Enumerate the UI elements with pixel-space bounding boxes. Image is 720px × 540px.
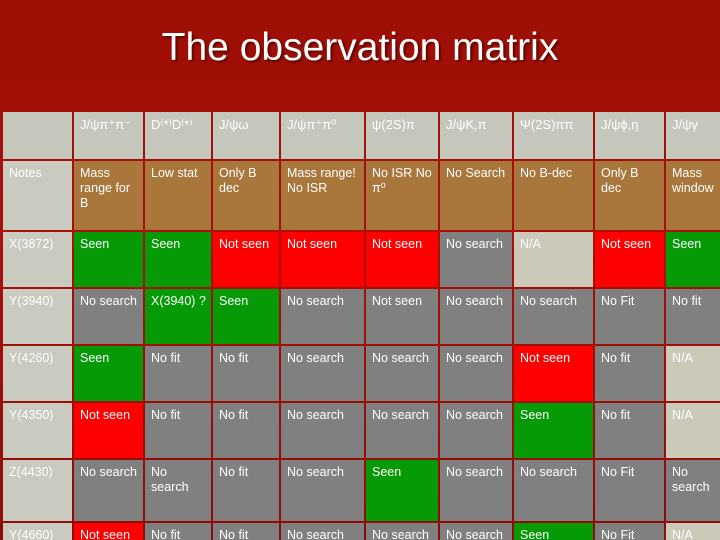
matrix-cell: No search — [514, 460, 593, 521]
matrix-cell: Mass window — [666, 161, 720, 230]
matrix-cell: Not seen — [595, 232, 664, 287]
page-title: The observation matrix — [161, 26, 559, 69]
row-label-6: Z(4430) — [3, 460, 72, 521]
matrix-cell: Seen — [514, 523, 593, 540]
matrix-cell: No search — [281, 523, 364, 540]
column-header-6: J/ψK,π — [440, 112, 512, 159]
table-row: Y(4350) Not seen No fit No fit No search No s… — [3, 403, 720, 458]
matrix-cell: Seen — [514, 403, 593, 458]
table-row: Y(4260) Seen No fit No fit No search No searc… — [3, 346, 720, 401]
row-label-4: Y(4260) — [3, 346, 72, 401]
row-label-3: Y(3940) — [3, 289, 72, 344]
table-row: Z(4430) No search No search No fit No search… — [3, 460, 720, 521]
matrix-cell: No fit — [666, 289, 720, 344]
matrix-cell: No search — [74, 460, 143, 521]
matrix-cell: Not seen — [74, 403, 143, 458]
column-header-2: D⁽*⁾D⁽*⁾ — [145, 112, 211, 159]
row-label-7: Y(4660) — [3, 523, 72, 540]
matrix-cell: Not seen — [366, 289, 438, 344]
row-label-1: Notes — [3, 161, 72, 230]
row-label-2: X(3872) — [3, 232, 72, 287]
matrix-cell: No search — [666, 460, 720, 521]
table-row: X(3872) Seen Seen Not seen Not seen Not seen N… — [3, 232, 720, 287]
matrix-header-row: J/ψπ⁺π⁻ D⁽*⁾D⁽*⁾ J/ψω J/ψπ⁺π⁰ ψ(2S)π J/ψK,π Ψ(… — [3, 112, 720, 159]
matrix-cell: No fit — [595, 346, 664, 401]
column-header-3: J/ψω — [213, 112, 279, 159]
table-row: Y(4660) Not seen No fit No fit No search No s… — [3, 523, 720, 540]
matrix-cell: N/A — [666, 403, 720, 458]
matrix-cell: No B-dec — [514, 161, 593, 230]
observation-matrix: J/ψπ⁺π⁻ D⁽*⁾D⁽*⁾ J/ψω J/ψπ⁺π⁰ ψ(2S)π J/ψK,π Ψ(… — [0, 110, 720, 540]
matrix-cell: Not seen — [74, 523, 143, 540]
matrix-cell: No search — [366, 403, 438, 458]
matrix-cell: Seen — [74, 346, 143, 401]
matrix-cell: No ISR No π⁰ — [366, 161, 438, 230]
slide: The observation matrix J/ψπ⁺π⁻ D⁽*⁾D⁽*⁾ J/… — [0, 0, 720, 540]
matrix-cell: No fit — [145, 403, 211, 458]
matrix-cell: No search — [281, 346, 364, 401]
matrix-cell: Mass range! No ISR — [281, 161, 364, 230]
matrix-cell: Seen — [213, 289, 279, 344]
matrix-cell: N/A — [666, 523, 720, 540]
matrix-cell: No Fit — [595, 523, 664, 540]
matrix-cell: Seen — [145, 232, 211, 287]
matrix-cell: N/A — [514, 232, 593, 287]
matrix-cell: No search — [514, 289, 593, 344]
matrix-cell: No search — [440, 232, 512, 287]
matrix-cell: No fit — [213, 346, 279, 401]
matrix-cell: No fit — [145, 523, 211, 540]
matrix-cell: No search — [440, 403, 512, 458]
matrix-cell: No search — [366, 346, 438, 401]
matrix-cell: No search — [281, 403, 364, 458]
matrix-cell: X(3940) ? — [145, 289, 211, 344]
matrix-cell: No fit — [145, 346, 211, 401]
matrix-cell: No search — [440, 460, 512, 521]
column-header-8: J/ψϕ,η — [595, 112, 664, 159]
matrix-cell: No search — [440, 346, 512, 401]
row-label-5: Y(4350) — [3, 403, 72, 458]
matrix-cell: No search — [440, 523, 512, 540]
matrix-cell: No fit — [213, 403, 279, 458]
matrix-cell: No fit — [213, 460, 279, 521]
matrix-cell: Seen — [74, 232, 143, 287]
matrix-cell: Seen — [366, 460, 438, 521]
matrix-cell: N/A — [666, 346, 720, 401]
table-row: Y(3940) No search X(3940) ? Seen No search No… — [3, 289, 720, 344]
matrix-cell: Only B dec — [595, 161, 664, 230]
matrix-cell: Mass range for B — [74, 161, 143, 230]
column-header-9: J/ψγ — [666, 112, 720, 159]
column-header-5: ψ(2S)π — [366, 112, 438, 159]
matrix-cell: Not seen — [514, 346, 593, 401]
column-header-1: J/ψπ⁺π⁻ — [74, 112, 143, 159]
matrix-cell: No Fit — [595, 289, 664, 344]
matrix-cell: No Fit — [595, 460, 664, 521]
matrix-cell: No Search — [440, 161, 512, 230]
matrix-cell: No search — [366, 523, 438, 540]
matrix-cell: No search — [281, 289, 364, 344]
matrix-table: J/ψπ⁺π⁻ D⁽*⁾D⁽*⁾ J/ψω J/ψπ⁺π⁰ ψ(2S)π J/ψK,π Ψ(… — [1, 110, 720, 540]
matrix-cell: Low stat — [145, 161, 211, 230]
matrix-cell: Only B dec — [213, 161, 279, 230]
matrix-cell: Not seen — [213, 232, 279, 287]
matrix-cell: No search — [145, 460, 211, 521]
matrix-cell: No fit — [595, 403, 664, 458]
matrix-cell: Not seen — [366, 232, 438, 287]
column-header-4: J/ψπ⁺π⁰ — [281, 112, 364, 159]
matrix-cell: Seen — [666, 232, 720, 287]
matrix-cell: No fit — [213, 523, 279, 540]
matrix-cell: Not seen — [281, 232, 364, 287]
matrix-cell: No search — [440, 289, 512, 344]
table-row: Notes Mass range for B Low stat Only B dec M… — [3, 161, 720, 230]
matrix-cell: No search — [281, 460, 364, 521]
matrix-corner-cell — [3, 112, 72, 159]
column-header-7: Ψ(2S)ππ — [514, 112, 593, 159]
matrix-cell: No search — [74, 289, 143, 344]
